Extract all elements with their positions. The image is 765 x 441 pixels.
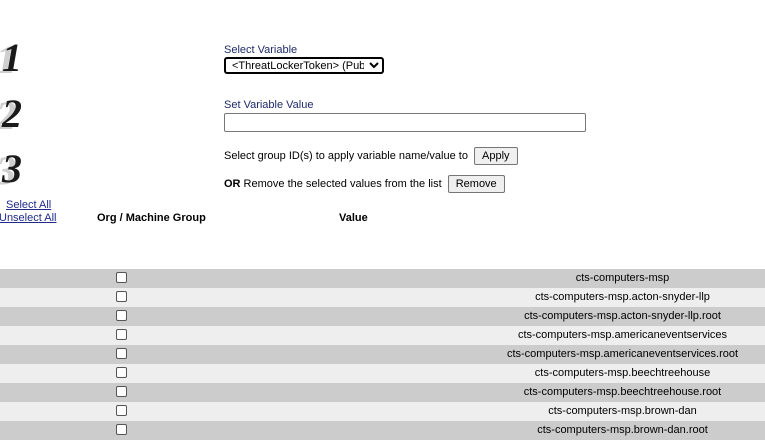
group-table: cts-computers-msp cts-computers-msp.acto… (0, 269, 765, 440)
select-all-link[interactable]: Select All (6, 199, 51, 211)
column-header-value: Value (339, 212, 368, 224)
row-value: cts-computers-msp (575, 272, 670, 284)
unselect-all-link[interactable]: Unselect All (0, 212, 56, 224)
remove-instruction: Remove the selected values from the list (240, 177, 442, 190)
row-value: cts-computers-msp.americaneventservices (517, 329, 728, 341)
row-checkbox[interactable] (116, 310, 127, 321)
row-checkbox[interactable] (116, 367, 127, 378)
variable-value-input[interactable] (224, 113, 586, 132)
remove-button[interactable]: Remove (447, 175, 505, 193)
row-value: cts-computers-msp.brown-dan (548, 405, 697, 417)
row-checkbox[interactable] (116, 329, 127, 340)
row-value: cts-computers-msp.acton-snyder-llp (535, 291, 710, 303)
or-label: OR (224, 177, 241, 190)
row-checkbox[interactable] (116, 272, 127, 283)
row-value: cts-computers-msp.beechtreehouse.root (523, 386, 722, 398)
row-value: cts-computers-msp.beechtreehouse (534, 367, 711, 379)
table-row: cts-computers-msp.acton-snyder-llp (0, 288, 765, 307)
row-value: cts-computers-msp.brown-dan.root (537, 424, 708, 436)
step-2-number: 2 (2, 91, 22, 136)
table-row: cts-computers-msp.brown-dan (0, 402, 765, 421)
row-checkbox[interactable] (116, 386, 127, 397)
row-value: cts-computers-msp.americaneventservices.… (506, 348, 739, 360)
row-checkbox[interactable] (116, 405, 127, 416)
table-row: cts-computers-msp.acton-snyder-llp.root (0, 307, 765, 326)
row-value: cts-computers-msp.acton-snyder-llp.root (524, 310, 721, 322)
apply-row: Select group ID(s) to apply variable nam… (224, 147, 518, 165)
step-1-number: 1 (2, 35, 22, 80)
row-checkbox[interactable] (116, 348, 127, 359)
table-row: cts-computers-msp.beechtreehouse.root (0, 383, 765, 402)
variable-select[interactable]: <ThreatLockerToken> (Pub) (224, 57, 384, 74)
table-row: cts-computers-msp.beechtreehouse (0, 364, 765, 383)
remove-row: OR Remove the selected values from the l… (224, 175, 505, 193)
row-checkbox[interactable] (116, 291, 127, 302)
set-variable-value-label: Set Variable Value (224, 99, 314, 111)
table-row: cts-computers-msp.americaneventservices (0, 326, 765, 345)
step-3-number: 3 (2, 146, 22, 191)
column-header-group: Org / Machine Group (97, 212, 206, 224)
row-checkbox[interactable] (116, 424, 127, 435)
select-variable-label: Select Variable (224, 44, 298, 56)
table-row: cts-computers-msp.americaneventservices.… (0, 345, 765, 364)
apply-instruction: Select group ID(s) to apply variable nam… (224, 149, 468, 162)
table-row: cts-computers-msp (0, 269, 765, 288)
apply-button[interactable]: Apply (474, 147, 518, 165)
table-row: cts-computers-msp.brown-dan.root (0, 421, 765, 440)
